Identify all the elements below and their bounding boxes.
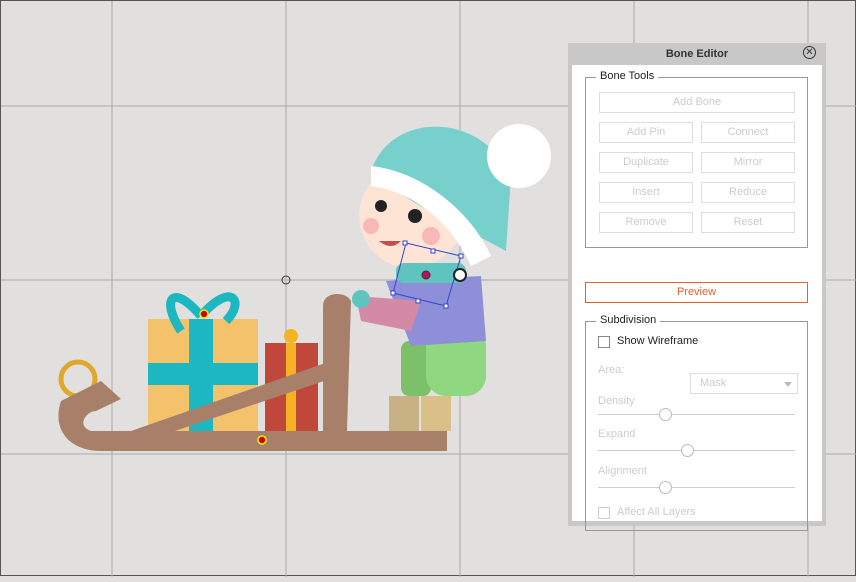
bone-tools-label: Bone Tools [596,70,659,82]
chevron-down-icon [784,382,792,391]
insert-button[interactable]: Insert [599,182,693,203]
pin-marker [257,435,267,445]
panel-title: Bone Editor [665,48,729,60]
area-value: Mask [700,377,727,389]
bone-tools-group: Bone Tools Add Bone Add Pin Connect Dupl… [585,70,808,248]
density-thumb[interactable] [658,408,672,421]
rotate-handle-icon [453,268,467,282]
affect-all-layers-checkbox[interactable] [598,507,610,519]
alignment-label: Alignment [598,465,647,477]
alignment-slider[interactable] [598,481,795,494]
affect-all-layers-label: Affect All Layers [617,506,696,518]
bone-editor-panel: Bone Editor ✕ Bone Tools Add Bone Add Pin… [568,43,826,531]
mirror-button[interactable]: Mirror [701,152,795,173]
add-pin-button[interactable]: Add Pin [599,122,693,143]
bone-pivot [421,270,431,280]
duplicate-button[interactable]: Duplicate [599,152,693,173]
close-icon[interactable]: ✕ [803,46,816,59]
panel-title-bar[interactable]: Bone Editor ✕ [572,43,822,65]
add-bone-button[interactable]: Add Bone [599,92,795,113]
remove-button[interactable]: Remove [599,212,693,233]
show-wireframe-checkbox[interactable] [598,336,610,348]
reset-button[interactable]: Reset [701,212,795,233]
reduce-button[interactable]: Reduce [701,182,795,203]
pin-marker [199,309,209,319]
density-label: Density [598,395,635,407]
preview-button[interactable]: Preview [585,282,808,303]
character-kid [352,124,551,431]
expand-slider[interactable] [598,444,795,457]
density-slider[interactable] [598,408,795,421]
connect-button[interactable]: Connect [701,122,795,143]
area-label: Area: [598,364,625,376]
alignment-thumb[interactable] [658,481,672,494]
area-select[interactable]: Mask [690,373,798,394]
subdivision-group: Subdivision Show Wireframe Area: Mask De… [585,314,808,531]
show-wireframe-label: Show Wireframe [617,335,699,347]
subdivision-label: Subdivision [596,314,661,326]
expand-thumb[interactable] [680,444,694,457]
expand-label: Expand [598,428,636,440]
